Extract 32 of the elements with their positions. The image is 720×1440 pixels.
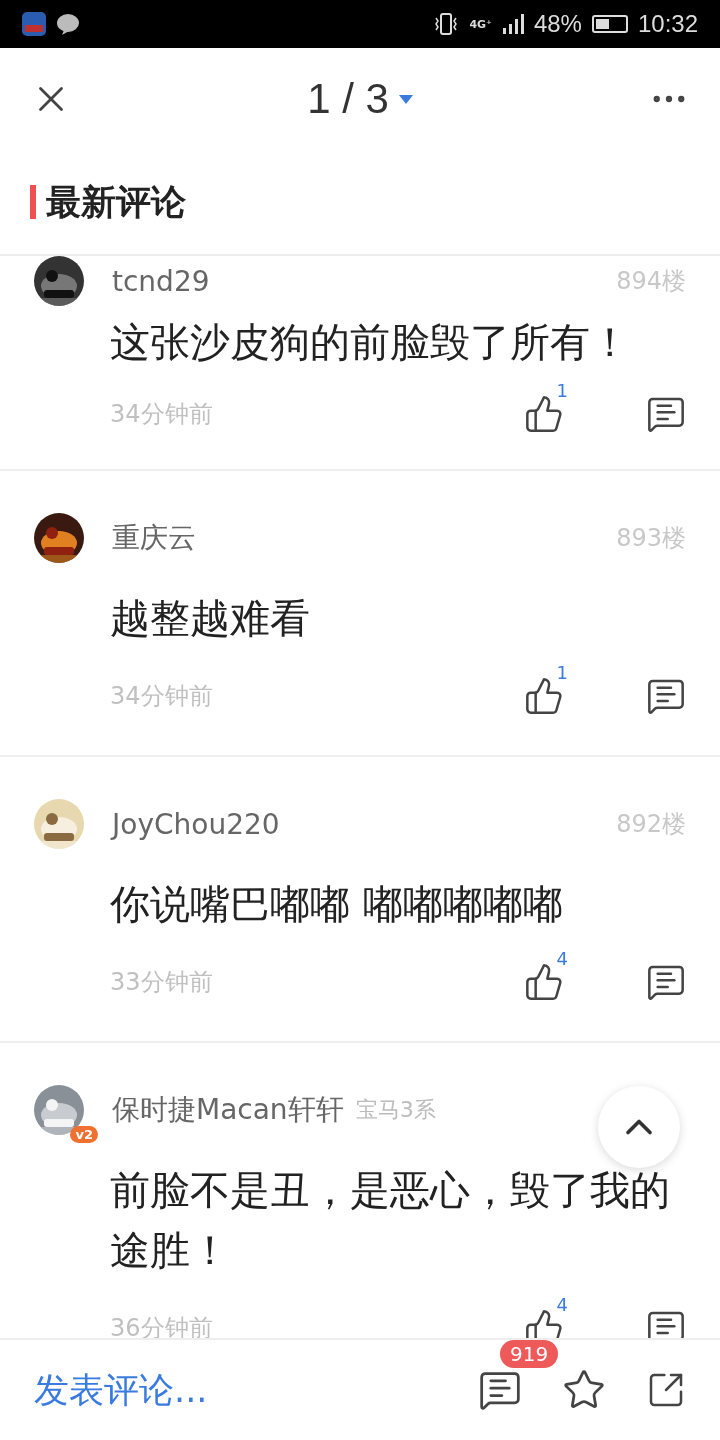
username[interactable]: tcnd29 <box>112 264 210 298</box>
car-model: 宝马3系 <box>355 1096 436 1124</box>
username[interactable]: 保时捷Macan轩轩 <box>112 1091 344 1129</box>
like-count: 4 <box>556 1294 568 1315</box>
app-icon <box>22 12 46 36</box>
like-count: 1 <box>556 662 568 683</box>
accent-bar <box>30 185 36 219</box>
comment-count-badge: 919 <box>500 1340 559 1368</box>
comment-text: 你说嘴巴嘟嘟 嘟嘟嘟嘟嘟 <box>110 880 564 929</box>
vibrate-icon <box>433 13 460 35</box>
comment-input[interactable]: 发表评论... <box>34 1366 438 1414</box>
comment-text: 越整越难看 <box>110 594 311 643</box>
chat-app-icon <box>56 12 80 36</box>
caret-icon[interactable] <box>398 94 413 104</box>
battery-percent: 48% <box>533 10 582 38</box>
comment-time: 34分钟前 <box>110 399 214 430</box>
page-indicator[interactable]: 1 / 3 <box>307 75 389 123</box>
username[interactable]: 重庆云 <box>112 519 196 557</box>
clock: 10:32 <box>637 10 698 38</box>
username[interactable]: JoyChou220 <box>112 807 280 841</box>
comment-text: 前脸不是丑，是恶心，毁了我的途胜！ <box>110 1166 671 1275</box>
comment-time: 34分钟前 <box>110 681 214 712</box>
signal-icon <box>501 13 524 35</box>
comment-text: 这张沙皮狗的前脸毁了所有！ <box>110 318 631 367</box>
comment-time: 33分钟前 <box>110 967 214 998</box>
level-badge: v2 <box>70 1126 98 1143</box>
like-count: 1 <box>556 380 568 401</box>
network-type: 4G⁺ <box>469 17 492 31</box>
scroll-top-button[interactable] <box>598 1086 680 1168</box>
like-count: 4 <box>556 948 568 969</box>
section-title: 最新评论 <box>46 180 186 224</box>
battery-icon <box>591 15 628 33</box>
